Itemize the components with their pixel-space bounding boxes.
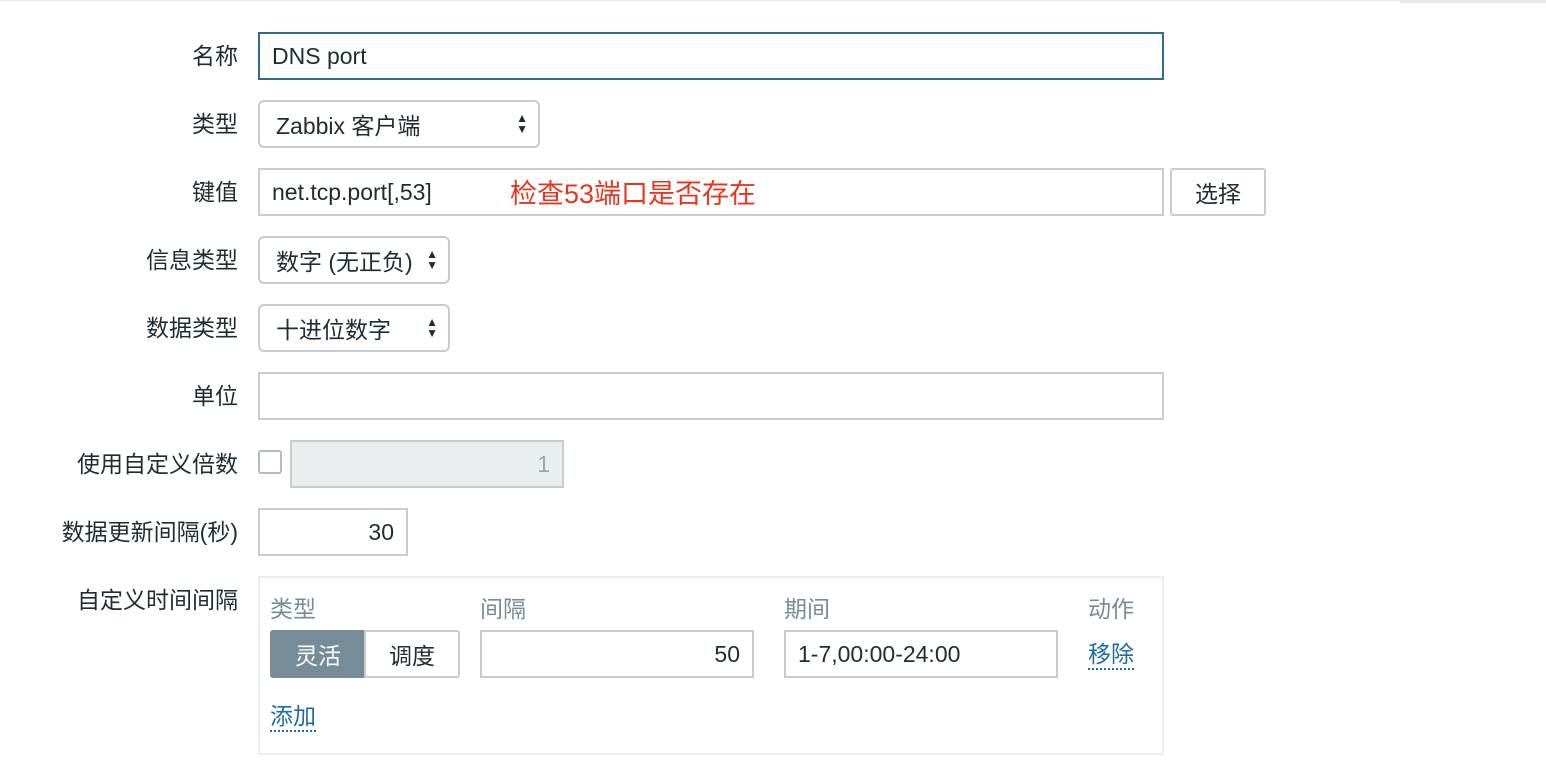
type-select[interactable]: Zabbix 客户端 ▲ ▼ [258,100,540,148]
info-type-label: 信息类型 [146,247,238,273]
col-header-interval: 间隔 [480,596,526,622]
key-input-value: net.tcp.port[,53] [272,178,432,205]
custom-interval-input[interactable]: 50 [480,630,754,678]
multiplier-input: 1 [290,440,564,488]
multiplier-label: 使用自定义倍数 [77,451,238,477]
col-header-action: 动作 [1088,596,1134,622]
add-interval-link[interactable]: 添加 [270,702,316,732]
mode-flexible-button[interactable]: 灵活 [270,630,366,678]
update-interval-value: 30 [368,518,394,545]
multiplier-input-value: 1 [537,450,550,477]
custom-interval-value: 50 [714,640,740,667]
col-header-period: 期间 [784,596,830,622]
custom-intervals-label: 自定义时间间隔 [77,587,238,613]
remove-interval-link[interactable]: 移除 [1088,640,1134,670]
multiplier-checkbox[interactable] [258,450,282,474]
name-input[interactable]: DNS port [258,32,1164,80]
update-interval-input[interactable]: 30 [258,508,408,556]
custom-period-value: 1-7,00:00-24:00 [798,640,961,667]
info-type-select-value: 数字 (无正负) [276,249,413,275]
select-arrows-icon: ▲ ▼ [516,111,528,136]
key-label: 键值 [192,179,238,205]
key-select-button[interactable]: 选择 [1170,168,1266,216]
type-select-value: Zabbix 客户端 [276,113,421,139]
type-label: 类型 [192,111,238,137]
top-divider [0,0,1546,1]
custom-period-input[interactable]: 1-7,00:00-24:00 [784,630,1058,678]
select-arrows-icon: ▲ ▼ [426,247,438,272]
units-label: 单位 [192,383,238,409]
top-scroll-edge [1400,0,1546,3]
info-type-select[interactable]: 数字 (无正负) ▲ ▼ [258,236,450,284]
units-input[interactable] [258,372,1164,420]
data-type-select-value: 十进位数字 [276,317,391,343]
update-interval-label: 数据更新间隔(秒) [61,519,238,545]
name-input-value: DNS port [272,42,367,69]
key-annotation: 检查53端口是否存在 [510,179,757,209]
mode-scheduling-button[interactable]: 调度 [364,630,460,678]
data-type-label: 数据类型 [146,315,238,341]
data-type-select[interactable]: 十进位数字 ▲ ▼ [258,304,450,352]
select-arrows-icon: ▲ ▼ [426,315,438,340]
col-header-type: 类型 [270,596,316,622]
name-label: 名称 [192,43,238,69]
